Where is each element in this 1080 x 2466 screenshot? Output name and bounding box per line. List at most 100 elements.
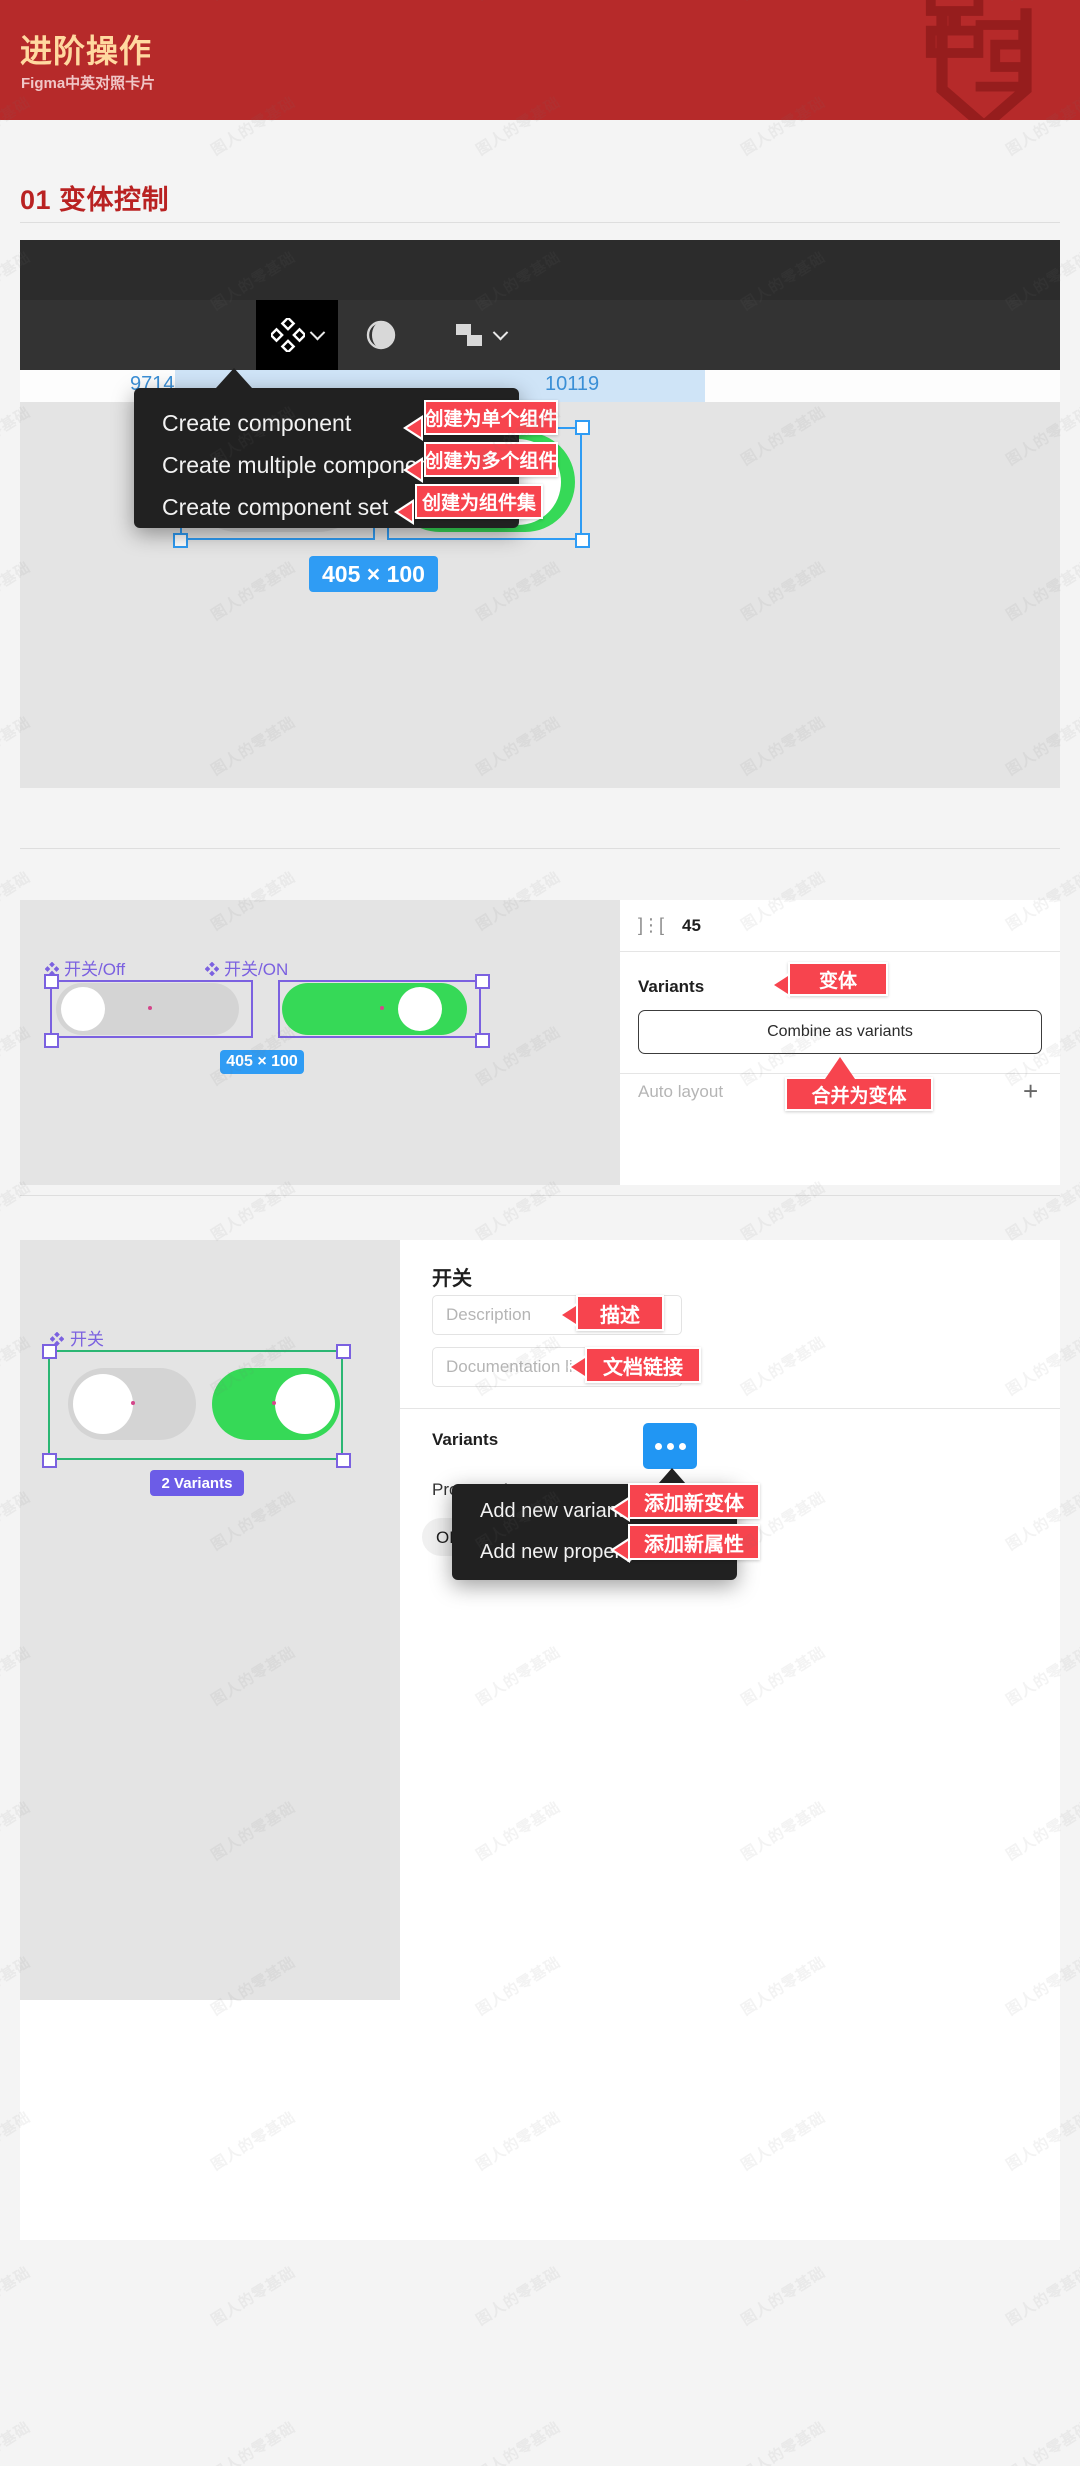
watermark-text: 图人的零基础 (0, 1178, 34, 1244)
card-variant-properties: 开关 2 Variants 开关 Description 描述 Document… (20, 1240, 1060, 2240)
center-point-off (131, 1401, 135, 1405)
description-placeholder: Description (446, 1305, 532, 1324)
layer-label-on: 开关/ON (224, 960, 289, 979)
resize-handle-tl[interactable] (44, 974, 59, 989)
toggle-knob-off (61, 987, 105, 1031)
callout-pointer-description (558, 1302, 578, 1328)
auto-layout-label: Auto layout (638, 1082, 724, 1101)
watermark-text: 图人的零基础 (1003, 1178, 1080, 1244)
component-name: 开关 (432, 1268, 472, 1290)
watermark-text: 图人的零基础 (473, 2418, 564, 2466)
mask-circle-icon (366, 320, 396, 350)
menu-item-create-component-set[interactable]: Create component set (162, 494, 388, 521)
watermark-text: 图人的零基础 (1003, 2418, 1080, 2466)
auto-layout-add-button[interactable]: + (1023, 1078, 1038, 1104)
callout-pointer-variants (770, 972, 790, 998)
watermark-text: 图人的零基础 (738, 2418, 829, 2466)
boolean-union-icon (456, 324, 482, 346)
card-create-component: 9714 10119 开关/Off 开关/ON 405 × 100 Create… (20, 240, 1060, 788)
ruler-value-right: 10119 (545, 373, 600, 395)
variants-label: Variants (638, 977, 705, 996)
watermark-text: 图人的零基础 (738, 2263, 829, 2329)
callout-combine: 合并为变体 (785, 1077, 933, 1111)
dimension-badge: 405 × 100 (220, 1050, 304, 1074)
resize-handle-tr[interactable] (475, 974, 490, 989)
dot-3 (678, 1442, 686, 1450)
center-point-on (272, 1401, 276, 1405)
chevron-down-icon (309, 324, 326, 340)
horizontal-constraint-icon[interactable]: ]⋮[ (638, 915, 664, 936)
variants-section-label: Variants (432, 1430, 499, 1449)
combine-as-variants-button[interactable]: Combine as variants (638, 1010, 1042, 1054)
component-set-label: 开关 (70, 1330, 104, 1349)
component-diamond-icon (271, 318, 305, 352)
section-divider (20, 222, 1060, 223)
card2-divider (20, 1195, 1060, 1196)
page-title: 进阶操作 (20, 33, 153, 69)
callout-pointer-2 (403, 457, 423, 483)
menu-caret (216, 368, 252, 388)
dot-1 (654, 1442, 662, 1450)
callout-create-component: 创建为单个组件 (424, 400, 558, 435)
callout-variants: 变体 (788, 962, 888, 996)
callout-add-new-property: 添加新属性 (628, 1524, 760, 1560)
dimension-badge: 405 × 100 (309, 556, 438, 592)
component-tool-button[interactable] (256, 300, 338, 370)
card1-divider (20, 848, 1060, 849)
resize-handle-br[interactable] (475, 1033, 490, 1048)
card2-canvas: 开关/Off 开关/ON 405 × 100 (20, 900, 620, 1185)
watermark-text: 图人的零基础 (0, 2263, 34, 2329)
figma-top-bar (20, 240, 1060, 300)
watermark-text: 图人的零基础 (208, 2263, 299, 2329)
resize-handle-tl[interactable] (42, 1344, 57, 1359)
watermark-text: 图人的零基础 (0, 2418, 34, 2466)
chevron-down-icon (492, 324, 509, 340)
toggle-knob-on (275, 1374, 335, 1434)
menu-item-add-new-variant[interactable]: Add new variant (480, 1500, 623, 1523)
callout-create-multiple: 创建为多个组件 (424, 442, 558, 477)
callout-create-component-set: 创建为组件集 (415, 484, 543, 519)
boolean-tool-button[interactable] (452, 300, 509, 370)
callout-pointer-add-variant (610, 1496, 630, 1522)
layer-label-off: 开关/Off (64, 960, 126, 979)
callout-pointer-combine (825, 1057, 855, 1079)
shield-s-logo-icon (925, 0, 1032, 120)
resize-handle-br[interactable] (336, 1453, 351, 1468)
watermark-text: 图人的零基础 (208, 2418, 299, 2466)
callout-pointer-doclink (567, 1354, 587, 1380)
card2-properties-panel: ]⋮[ 45 Variants 变体 Combine as variants 合… (620, 900, 1060, 1185)
toggle-knob-on (398, 987, 442, 1031)
constraint-value[interactable]: 45 (682, 916, 701, 936)
menu-caret (658, 1468, 686, 1484)
page-subtitle: Figma中英对照卡片 (21, 75, 156, 92)
callout-pointer-add-property (610, 1537, 630, 1563)
menu-item-create-component[interactable]: Create component (162, 410, 351, 437)
resize-handle-tr[interactable] (575, 420, 590, 435)
more-horizontal-icon[interactable] (643, 1423, 697, 1469)
resize-handle-br[interactable] (575, 533, 590, 548)
toggle-knob-off (73, 1374, 133, 1434)
section-title: 01 变体控制 (20, 185, 170, 215)
watermark-text: 图人的零基础 (473, 1178, 564, 1244)
mask-tool-button[interactable] (365, 300, 397, 370)
card3-properties-panel: 开关 Description 描述 Documentation link 文档链… (400, 1240, 1060, 2000)
page-header: 进阶操作 Figma中英对照卡片 (0, 0, 1080, 120)
watermark-text: 图人的零基础 (473, 2263, 564, 2329)
callout-doc-link: 文档链接 (585, 1347, 701, 1383)
card-combine-variants: 开关/Off 开关/ON 405 × 100 ]⋮[45 Variants 变… (20, 900, 1060, 1185)
center-point-off (148, 1006, 152, 1010)
watermark-text: 图人的零基础 (1003, 2263, 1080, 2329)
resize-handle-tr[interactable] (336, 1344, 351, 1359)
dot-2 (666, 1442, 674, 1450)
card3-canvas: 开关 2 Variants (20, 1240, 400, 2000)
variants-count-badge: 2 Variants (150, 1470, 244, 1496)
panel-divider (400, 1408, 1060, 1409)
callout-pointer-1 (403, 415, 423, 441)
watermark-text: 图人的零基础 (208, 1178, 299, 1244)
resize-handle-bl[interactable] (42, 1453, 57, 1468)
resize-handle-bl[interactable] (173, 533, 188, 548)
watermark-text: 图人的零基础 (738, 1178, 829, 1244)
figma-tool-row (20, 300, 1060, 370)
resize-handle-bl[interactable] (44, 1033, 59, 1048)
callout-description: 描述 (576, 1295, 664, 1331)
